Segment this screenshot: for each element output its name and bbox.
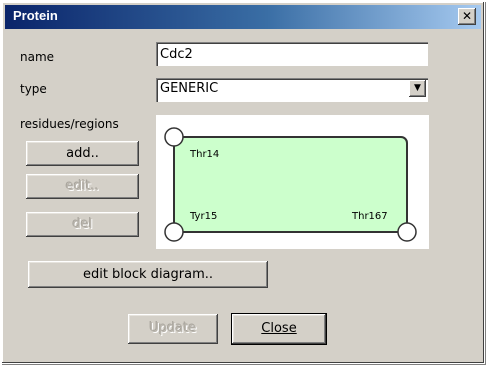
name-label: name [20,50,55,64]
block-diagram-svg: Thr14 Tyr15 Thr167 [164,127,417,242]
residue-marker-thr14[interactable] [164,127,184,147]
type-select[interactable]: GENERIC ▼ [156,78,428,102]
del-button[interactable]: del [26,212,139,237]
type-select-value: GENERIC [160,81,219,96]
close-icon[interactable]: ✕ [458,8,476,25]
update-button[interactable]: Update [128,314,218,344]
residues-label: residues/regions [20,117,119,131]
residue-marker-thr167[interactable] [397,222,417,242]
edit-button[interactable]: edit.. [26,174,139,199]
protein-dialog: Protein ✕ name type GENERIC ▼ residues/r… [1,1,485,364]
title-bar[interactable]: Protein ✕ [5,5,481,29]
name-field[interactable] [156,42,428,66]
residue-label-thr167: Thr167 [351,211,388,222]
residue-label-tyr15: Tyr15 [189,211,217,222]
add-button[interactable]: add.. [26,141,139,166]
residue-marker-tyr15[interactable] [164,222,184,242]
type-label: type [20,82,47,96]
chevron-down-icon[interactable]: ▼ [409,80,426,97]
close-button[interactable]: Close [231,313,327,345]
window-title: Protein [13,8,58,23]
residue-label-thr14: Thr14 [189,149,219,160]
block-diagram[interactable]: Thr14 Tyr15 Thr167 [156,115,429,249]
edit-block-diagram-button[interactable]: edit block diagram.. [28,261,268,288]
